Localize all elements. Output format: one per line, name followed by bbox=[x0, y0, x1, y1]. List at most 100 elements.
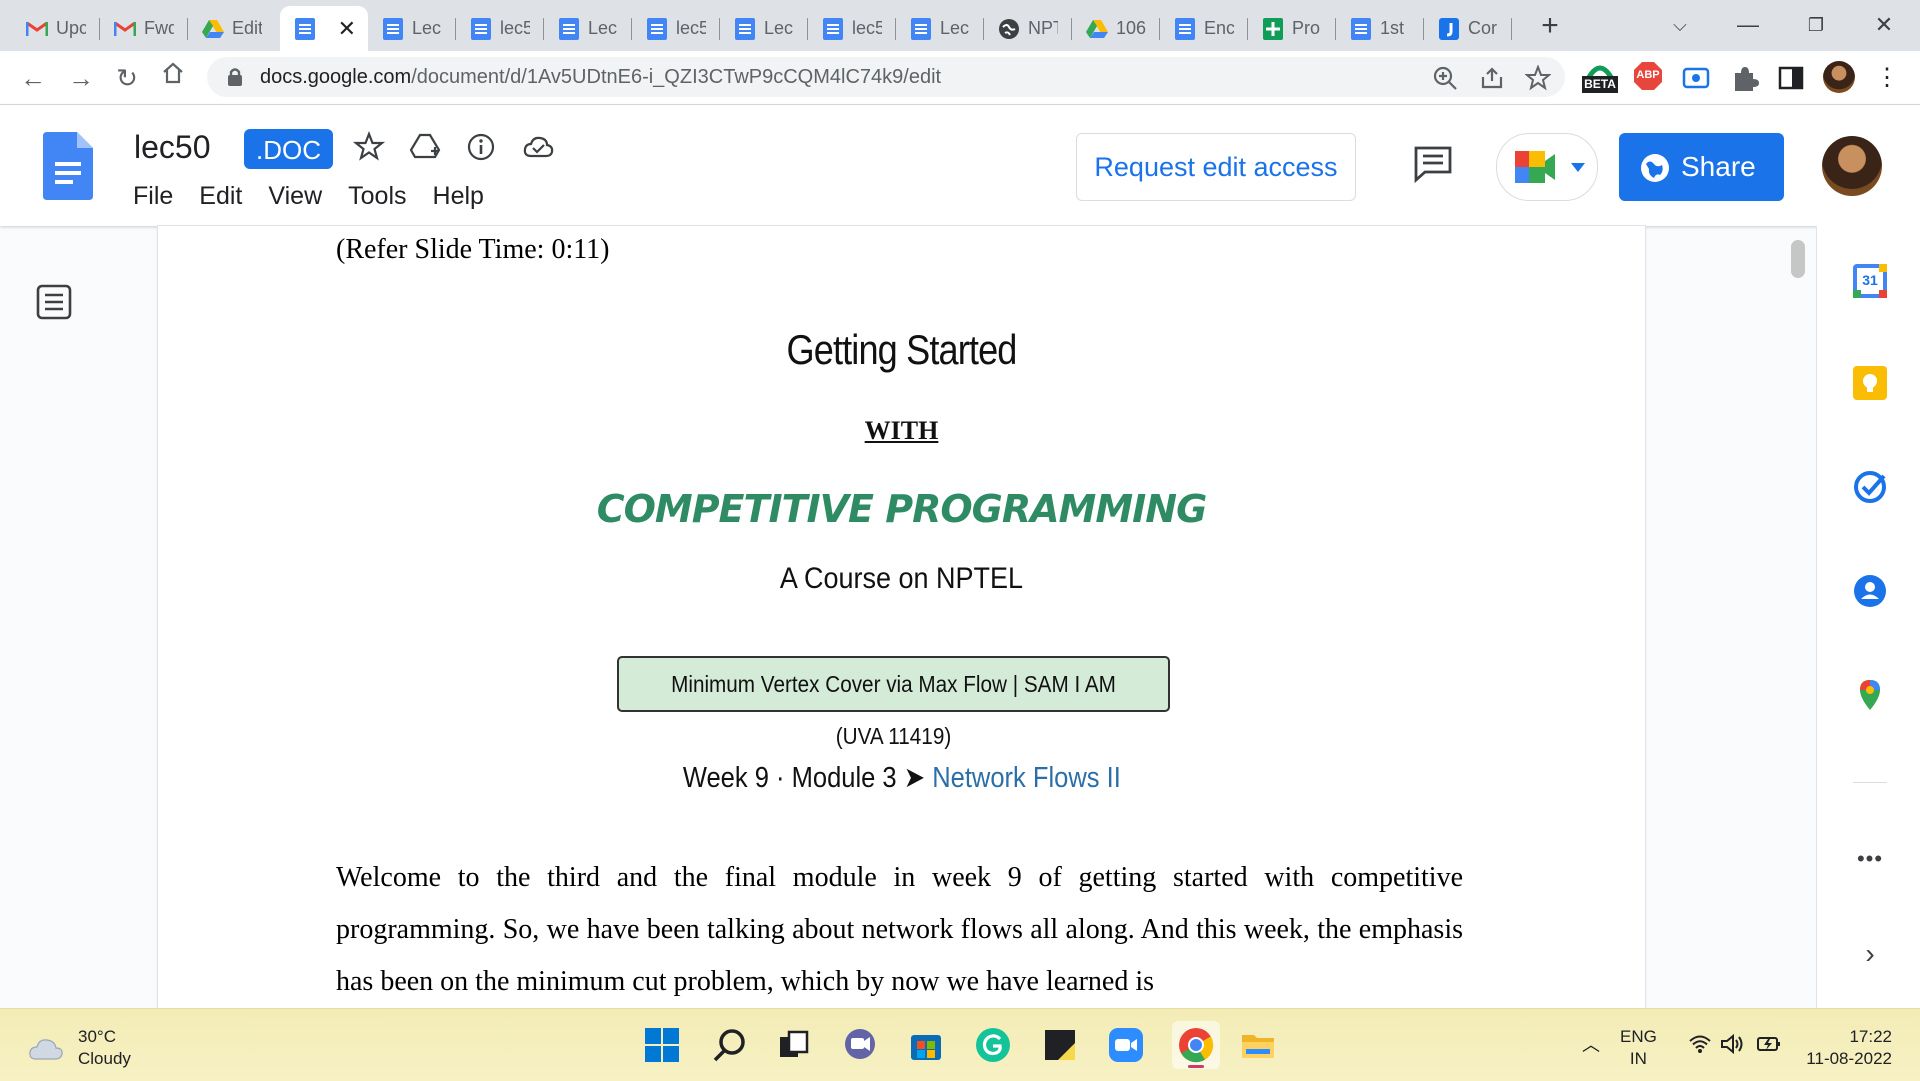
share-label: Share bbox=[1681, 151, 1756, 182]
lock-icon bbox=[228, 68, 242, 86]
close-tab-icon[interactable]: ✕ bbox=[338, 16, 356, 42]
tray-overflow-chevron-icon[interactable]: ︿ bbox=[1582, 1031, 1600, 1057]
comments-icon[interactable] bbox=[1413, 145, 1453, 183]
reload-button[interactable]: ↻ bbox=[112, 63, 142, 93]
request-edit-access-button[interactable]: Request edit access bbox=[1076, 133, 1356, 201]
document-outline-icon[interactable] bbox=[36, 284, 72, 320]
volume-icon[interactable] bbox=[1720, 1034, 1744, 1054]
more-apps-icon[interactable]: ••• bbox=[1853, 846, 1887, 880]
back-button[interactable]: ← bbox=[18, 63, 48, 93]
zoom-app-icon[interactable] bbox=[1108, 1027, 1144, 1063]
tab-14[interactable]: Enc bbox=[1160, 6, 1248, 51]
tab-label: Cor bbox=[1468, 18, 1498, 38]
profile-avatar[interactable] bbox=[1823, 61, 1855, 93]
google-meet-icon bbox=[1515, 151, 1555, 183]
vertical-scrollbar-thumb[interactable] bbox=[1791, 240, 1805, 278]
account-avatar[interactable] bbox=[1822, 136, 1882, 196]
side-panel-icon[interactable] bbox=[1776, 63, 1806, 93]
minimize-button[interactable]: — bbox=[1728, 8, 1768, 42]
menu-view[interactable]: View bbox=[268, 182, 322, 211]
google-meet-button[interactable] bbox=[1496, 133, 1598, 201]
menu-file[interactable]: File bbox=[133, 182, 173, 211]
tab-label: Fwd bbox=[144, 18, 174, 38]
tab-label: lec5 bbox=[500, 18, 530, 38]
search-icon[interactable] bbox=[712, 1027, 748, 1063]
calendar-day: 31 bbox=[1862, 272, 1878, 288]
google-maps-icon[interactable] bbox=[1853, 678, 1887, 712]
sticky-notes-icon[interactable] bbox=[1042, 1027, 1078, 1063]
tab-8[interactable]: lec5 bbox=[632, 6, 720, 51]
tab-5[interactable]: Lec bbox=[368, 6, 456, 51]
document-title[interactable]: lec50 bbox=[134, 129, 211, 166]
home-button[interactable] bbox=[161, 61, 191, 91]
forward-button[interactable]: → bbox=[66, 63, 96, 93]
google-calendar-icon[interactable]: 31 bbox=[1853, 264, 1887, 298]
chat-icon[interactable] bbox=[842, 1027, 878, 1063]
input-language[interactable]: ENG IN bbox=[1620, 1026, 1657, 1070]
wifi-icon[interactable] bbox=[1688, 1034, 1712, 1054]
chrome-taskbar-button[interactable] bbox=[1172, 1021, 1220, 1069]
screen-recorder-icon[interactable] bbox=[1681, 63, 1711, 93]
tab-label: lec5 bbox=[676, 18, 706, 38]
close-window-button[interactable]: ✕ bbox=[1864, 8, 1904, 42]
new-tab-button[interactable]: + bbox=[1533, 10, 1567, 44]
microsoft-store-icon[interactable] bbox=[908, 1027, 944, 1063]
move-to-drive-icon[interactable] bbox=[409, 131, 441, 163]
gmail-icon bbox=[114, 18, 136, 40]
document-page[interactable]: (Refer Slide Time: 0:11) Getting Started… bbox=[158, 226, 1645, 1008]
file-explorer-icon[interactable] bbox=[1240, 1027, 1276, 1063]
abp-label: ABP bbox=[1636, 69, 1660, 81]
tab-search-chevron-icon[interactable]: ⌵ bbox=[1660, 8, 1700, 42]
address-bar[interactable]: docs.google.com/document/d/1Av5UDtnE6-i_… bbox=[207, 57, 1565, 97]
menu-tools[interactable]: Tools bbox=[348, 182, 406, 211]
menu-edit[interactable]: Edit bbox=[199, 182, 242, 211]
google-docs-icon bbox=[1350, 17, 1372, 40]
adblock-extension-icon[interactable]: ABP bbox=[1633, 61, 1663, 91]
bookmark-star-icon[interactable] bbox=[1525, 65, 1551, 91]
slide-dot: · bbox=[775, 762, 785, 794]
tab-12[interactable]: NPT bbox=[984, 6, 1072, 51]
google-docs-icon bbox=[822, 17, 844, 40]
google-tasks-icon[interactable] bbox=[1853, 470, 1887, 504]
tab-label: 1st bbox=[1380, 18, 1405, 38]
chevron-right-icon[interactable]: › bbox=[1853, 938, 1887, 972]
google-drive-icon bbox=[1086, 18, 1108, 40]
grammarly-icon[interactable] bbox=[975, 1027, 1011, 1063]
tab-6[interactable]: lec5 bbox=[456, 6, 544, 51]
tab-2[interactable]: Fwd bbox=[100, 6, 188, 51]
tab-16[interactable]: 1st bbox=[1336, 6, 1424, 51]
task-view-icon[interactable] bbox=[776, 1027, 812, 1063]
zoom-icon[interactable] bbox=[1432, 65, 1458, 91]
tab-13[interactable]: 106 bbox=[1072, 6, 1160, 51]
system-clock[interactable]: 17:22 11-08-2022 bbox=[1800, 1026, 1892, 1070]
tab-17[interactable]: Cor bbox=[1424, 6, 1512, 51]
battery-icon[interactable] bbox=[1756, 1034, 1782, 1054]
tab-1[interactable]: Upc bbox=[12, 6, 100, 51]
google-docs-icon bbox=[1174, 17, 1196, 40]
clock-date: 11-08-2022 bbox=[1806, 1049, 1892, 1068]
cloud-saved-icon[interactable] bbox=[522, 131, 554, 163]
google-docs-icon bbox=[734, 17, 756, 40]
menu-help[interactable]: Help bbox=[433, 182, 484, 211]
chrome-menu-icon[interactable]: ⋮ bbox=[1872, 63, 1902, 93]
info-icon[interactable] bbox=[465, 131, 497, 163]
extensions-puzzle-icon[interactable] bbox=[1729, 63, 1759, 93]
star-icon[interactable] bbox=[353, 131, 385, 163]
tab-10[interactable]: lec5 bbox=[808, 6, 896, 51]
windows-start-icon[interactable] bbox=[644, 1027, 680, 1063]
tab-3[interactable]: Edit bbox=[188, 6, 276, 51]
tab-7[interactable]: Lec bbox=[544, 6, 632, 51]
restore-button[interactable]: ❐ bbox=[1796, 8, 1836, 42]
beta-extension-icon[interactable]: BETA bbox=[1582, 59, 1618, 97]
tab-4-active[interactable]: ✕ bbox=[280, 6, 368, 51]
tab-15[interactable]: Pro bbox=[1248, 6, 1336, 51]
share-page-icon[interactable] bbox=[1479, 65, 1505, 91]
google-docs-logo[interactable] bbox=[43, 132, 93, 200]
tab-9[interactable]: Lec bbox=[720, 6, 808, 51]
share-button[interactable]: Share bbox=[1619, 133, 1784, 201]
tab-label: Lec bbox=[588, 18, 618, 38]
google-contacts-icon[interactable] bbox=[1853, 574, 1887, 608]
google-keep-icon[interactable] bbox=[1853, 366, 1887, 400]
weather-widget[interactable]: 30°C Cloudy bbox=[28, 1026, 131, 1070]
tab-11[interactable]: Lec bbox=[896, 6, 984, 51]
